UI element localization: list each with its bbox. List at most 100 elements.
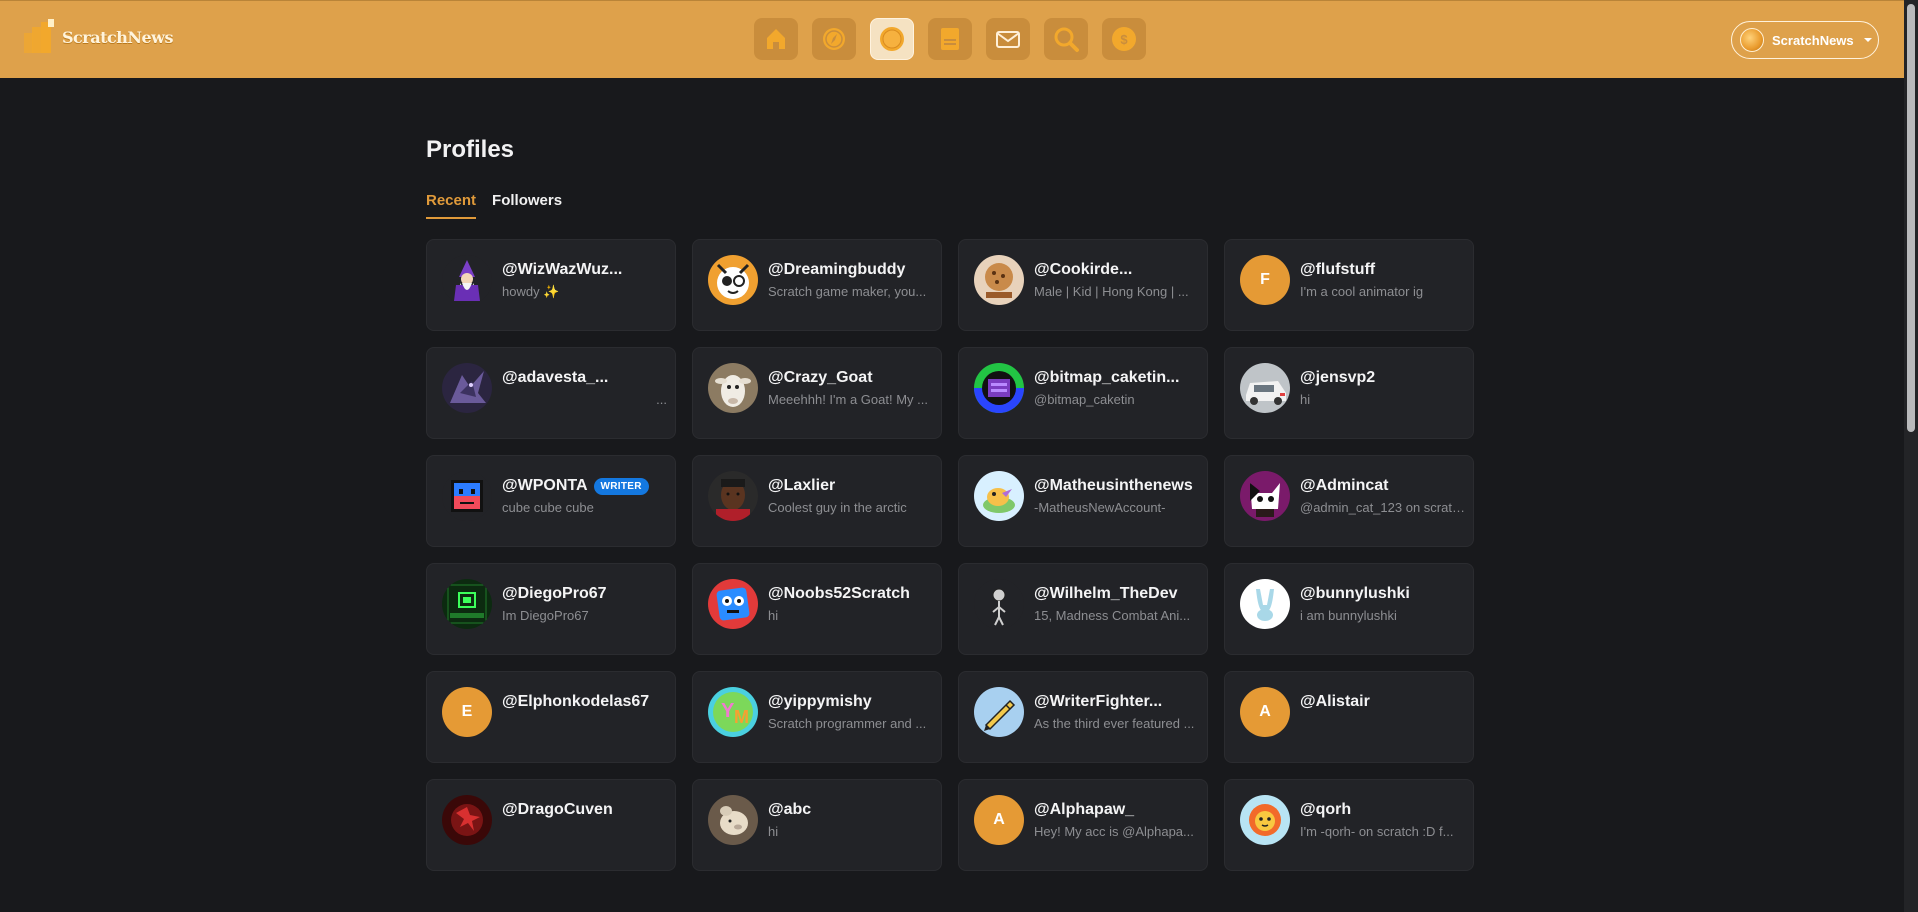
profile-username: @Admincat <box>1300 477 1389 495</box>
profile-username: @bitmap_caketin... <box>1034 369 1179 387</box>
profile-username-text: @bitmap_caketin... <box>1034 369 1180 386</box>
avatar <box>708 363 758 413</box>
profile-card[interactable]: @jensvp2 hi <box>1224 347 1474 439</box>
profile-username-text: @DiegoPro67 <box>502 585 607 602</box>
nav-coins-button[interactable]: $ <box>1102 18 1146 60</box>
profile-card[interactable]: @Laxlier Coolest guy in the arctic <box>692 455 942 547</box>
scrollbar-thumb[interactable] <box>1907 4 1915 432</box>
profile-username: @Cookirde... <box>1034 261 1132 279</box>
profile-username: @bunnylushki <box>1300 585 1410 603</box>
profile-card[interactable]: Y M @yippymishy Scratch programmer and ... <box>692 671 942 763</box>
avatar: E <box>442 687 492 737</box>
avatar <box>442 363 492 413</box>
profile-card[interactable]: @adavesta_...... <box>426 347 676 439</box>
profile-bio: 15, Madness Combat Ani... <box>1034 608 1191 623</box>
profile-username: @Noobs52Scratch <box>768 585 910 603</box>
tab-followers[interactable]: Followers <box>492 192 562 219</box>
profile-card[interactable]: @WizWazWuz... howdy ✨ <box>426 239 676 331</box>
profile-username: @Dreamingbuddy <box>768 261 905 279</box>
profile-card[interactable]: F @flufstuff I'm a cool animator ig <box>1224 239 1474 331</box>
profile-tabs: Recent Followers <box>426 192 562 219</box>
profile-bio: hi <box>768 824 779 839</box>
profile-bio: Im DiegoPro67 <box>502 608 589 623</box>
profile-card[interactable]: @qorh I'm -qorh- on scratch :D f... <box>1224 779 1474 871</box>
nav-profiles-button[interactable] <box>870 18 914 60</box>
profile-grid: @WizWazWuz... howdy ✨ @Dreamingbuddy Scratc… <box>426 239 1474 871</box>
profiles-icon <box>880 27 904 51</box>
profile-username: @DragoCuven <box>502 801 613 819</box>
avatar <box>974 471 1024 521</box>
profile-card[interactable]: @WPONTA WRITER cube cube cube <box>426 455 676 547</box>
profile-card[interactable]: @abc hi <box>692 779 942 871</box>
avatar <box>442 471 492 521</box>
profile-username: @DiegoPro67 <box>502 585 607 603</box>
scrollbar[interactable] <box>1904 0 1918 912</box>
profile-username: @WizWazWuz... <box>502 261 622 279</box>
profile-username: @Laxlier <box>768 477 835 495</box>
profile-username-text: @Alphapaw_ <box>1034 801 1135 818</box>
profile-card[interactable]: @Admincat @admin_cat_123 on scratch <box>1224 455 1474 547</box>
nav-home-button[interactable] <box>754 18 798 60</box>
main-nav: $ <box>754 18 1146 60</box>
profile-username-text: @Wilhelm_TheDev <box>1034 585 1178 602</box>
profile-username-text: @jensvp2 <box>1300 369 1376 386</box>
profile-username: @Elphonkodelas67 <box>502 693 649 711</box>
profile-bio: -MatheusNewAccount- <box>1034 500 1166 515</box>
top-bar: ScratchNews $ ScratchNews <box>0 0 1904 78</box>
nav-explore-button[interactable] <box>812 18 856 60</box>
profile-bio: @bitmap_caketin <box>1034 392 1135 407</box>
profile-card[interactable]: @bunnylushki i am bunnylushki <box>1224 563 1474 655</box>
profile-card[interactable]: @bitmap_caketin... @bitmap_caketin <box>958 347 1208 439</box>
profile-card[interactable]: @Dreamingbuddy Scratch game maker, you... <box>692 239 942 331</box>
nav-search-button[interactable] <box>1044 18 1088 60</box>
avatar <box>974 363 1024 413</box>
profile-username-text: @Crazy_Goat <box>768 369 873 386</box>
profile-username: @flufstuff <box>1300 261 1375 279</box>
profile-card[interactable]: @WriterFighter... As the third ever featu… <box>958 671 1208 763</box>
profile-bio: i am bunnylushki <box>1300 608 1397 623</box>
profile-username-text: @adavesta_... <box>502 369 609 386</box>
explore-icon <box>823 28 845 50</box>
avatar: A <box>974 795 1024 845</box>
avatar: F <box>1240 255 1290 305</box>
profile-card[interactable]: @Matheusinthenews -MatheusNewAccount- <box>958 455 1208 547</box>
tab-recent[interactable]: Recent <box>426 192 477 219</box>
profile-username: @jensvp2 <box>1300 369 1375 387</box>
profile-card[interactable]: @Cookirde... Male | Kid | Hong Kong | ... <box>958 239 1208 331</box>
profile-username-text: @Noobs52Scratch <box>768 585 910 602</box>
profile-username-text: @Elphonkodelas67 <box>502 693 650 710</box>
profile-username-text: @bunnylushki <box>1300 585 1410 602</box>
profile-username-text: @qorh <box>1300 801 1352 818</box>
profile-card[interactable]: @DiegoPro67 Im DiegoPro67 <box>426 563 676 655</box>
profile-bio: Scratch programmer and ... <box>768 716 927 731</box>
profile-username-text: @Dreamingbuddy <box>768 261 906 278</box>
search-icon <box>1054 27 1079 52</box>
logo[interactable]: ScratchNews <box>22 19 173 55</box>
profile-card[interactable]: E @Elphonkodelas67 <box>426 671 676 763</box>
svg-text:M: M <box>734 707 749 727</box>
profile-username-text: @Alistair <box>1300 693 1370 710</box>
avatar <box>708 579 758 629</box>
chevron-down-icon <box>1863 38 1872 42</box>
writer-badge: WRITER <box>593 477 649 495</box>
profile-card[interactable]: @Crazy_Goat Meeehhh! I'm a Goat! My ... <box>692 347 942 439</box>
svg-text:$: $ <box>1120 32 1128 47</box>
avatar <box>1240 471 1290 521</box>
profile-bio: I'm -qorh- on scratch :D f... <box>1300 824 1454 839</box>
user-menu-label: ScratchNews <box>1772 32 1854 48</box>
profile-card[interactable]: A @Alphapaw_ Hey! My acc is @Alphapa... <box>958 779 1208 871</box>
profile-card[interactable]: @Noobs52Scratch hi <box>692 563 942 655</box>
messages-icon <box>996 31 1020 48</box>
profile-bio: hi <box>768 608 779 623</box>
user-menu-button[interactable]: ScratchNews <box>1731 21 1879 59</box>
profile-username-text: @DragoCuven <box>502 801 613 818</box>
profile-card[interactable]: @DragoCuven <box>426 779 676 871</box>
nav-messages-button[interactable] <box>986 18 1030 60</box>
avatar <box>442 579 492 629</box>
avatar <box>708 795 758 845</box>
avatar <box>442 255 492 305</box>
nav-articles-button[interactable] <box>928 18 972 60</box>
profile-card[interactable]: A @Alistair <box>1224 671 1474 763</box>
profile-card[interactable]: @Wilhelm_TheDev 15, Madness Combat Ani... <box>958 563 1208 655</box>
profile-username: @Matheusinthenews <box>1034 477 1193 495</box>
